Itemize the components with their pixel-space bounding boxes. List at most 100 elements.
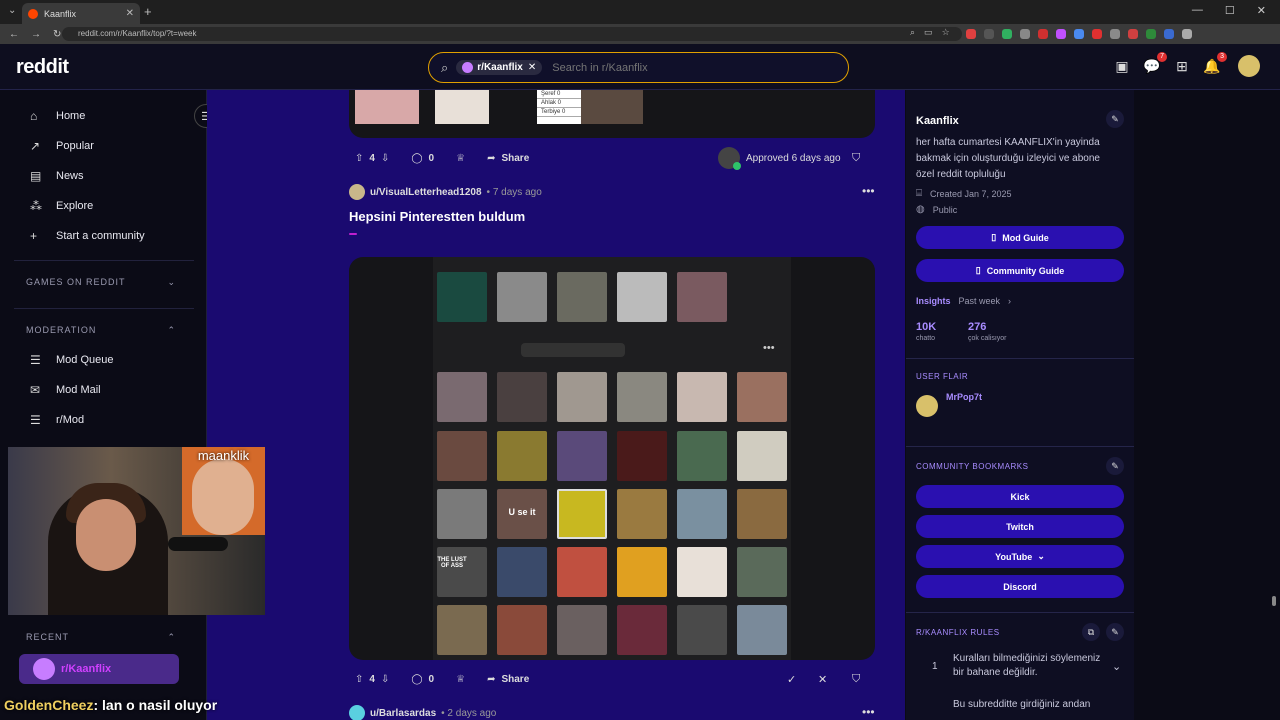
sidebar-item-r-mod[interactable]: ☰ r/Mod	[30, 413, 84, 427]
sidebar-item-explore[interactable]: ⁂ Explore	[30, 199, 93, 213]
mod-shield-icon[interactable]: ⛉	[852, 152, 860, 165]
extension-icon[interactable]	[1110, 29, 1120, 39]
close-window-icon[interactable]: ✕	[1257, 4, 1266, 17]
bookmark-star-icon[interactable]: ☆	[942, 27, 950, 38]
award-button[interactable]: ♕	[450, 668, 471, 690]
post-author[interactable]: u/Barlasardas	[370, 708, 436, 719]
post-author[interactable]: u/VisualLetterhead1208	[370, 187, 482, 198]
post-title[interactable]: Hepsini Pinterestten buldum	[349, 209, 525, 224]
tab-list-icon[interactable]: ⌄	[8, 5, 16, 16]
new-tab-icon[interactable]: +	[144, 4, 152, 19]
globe-icon: ◍	[916, 204, 925, 215]
remove-chip-icon[interactable]: ✕	[528, 62, 536, 73]
chat-icon[interactable]: 💬 7	[1143, 52, 1167, 74]
copy-icon[interactable]: ⧉	[1082, 623, 1100, 641]
sidebar-item-news[interactable]: ▤ News	[30, 169, 84, 183]
mod-shield-icon[interactable]: ⛉	[852, 673, 860, 686]
sidebar-item-mod-queue[interactable]: ☰ Mod Queue	[30, 353, 113, 367]
award-button[interactable]: ♕	[450, 147, 471, 169]
downvote-icon[interactable]: ⇩	[381, 674, 389, 685]
user-avatar[interactable]	[349, 705, 365, 720]
extension-icon[interactable]	[1092, 29, 1102, 39]
extension-icon[interactable]	[1128, 29, 1138, 39]
bookmark-discord-button[interactable]: Discord	[916, 575, 1124, 598]
more-options-icon[interactable]: •••	[862, 184, 875, 198]
rule-item[interactable]: Bu subredditte girdiğiniz andan	[916, 698, 1124, 718]
reddit-logo[interactable]: reddit	[16, 56, 69, 79]
community-guide-button[interactable]: ▯ Community Guide	[916, 259, 1124, 282]
bookmark-twitch-button[interactable]: Twitch	[916, 515, 1124, 538]
mod-guide-button[interactable]: ▯ Mod Guide	[916, 226, 1124, 249]
post-flair[interactable]	[349, 233, 357, 235]
browser-tab[interactable]: Kaanflix ✕	[22, 3, 140, 24]
forward-icon[interactable]: →	[31, 29, 41, 40]
upvote-icon[interactable]: ⇧	[355, 674, 363, 685]
edit-pencil-icon[interactable]: ✎	[1106, 623, 1124, 641]
advertise-icon[interactable]: ▣	[1114, 58, 1130, 74]
sidebar-item-start-community[interactable]: + Start a community	[30, 229, 145, 243]
comments-button[interactable]: ◯ 0	[405, 668, 440, 690]
more-options-icon[interactable]: •••	[862, 705, 875, 719]
bookmark-kick-button[interactable]: Kick	[916, 485, 1124, 508]
maximize-icon[interactable]: ☐	[1225, 4, 1235, 17]
bookmark-youtube-button[interactable]: YouTube ⌄	[916, 545, 1124, 568]
share-button[interactable]: ➦ Share	[481, 147, 535, 169]
subreddit-search-chip[interactable]: r/Kaanflix ✕	[456, 60, 543, 75]
recent-label: RECENT	[26, 632, 70, 642]
extension-icon[interactable]	[984, 29, 994, 39]
reload-icon[interactable]: ↻	[53, 29, 61, 40]
extension-icon[interactable]	[1164, 29, 1174, 39]
extension-icon[interactable]	[1074, 29, 1084, 39]
extension-icon[interactable]	[966, 29, 976, 39]
notifications-badge: 3	[1217, 52, 1227, 62]
recent-community-item[interactable]: r/Kaanflix	[19, 654, 179, 684]
extension-icon[interactable]	[1038, 29, 1048, 39]
user-flair[interactable]: MrPop7t	[916, 392, 982, 420]
downvote-icon[interactable]: ⇩	[381, 153, 389, 164]
upvote-icon[interactable]: ⇧	[355, 153, 363, 164]
edit-pencil-icon[interactable]: ✎	[1106, 457, 1124, 475]
post1-media[interactable]: Şeref 0 Ahlak 0 Terbiye 0	[349, 90, 875, 138]
cast-icon[interactable]: ▭	[924, 27, 933, 38]
stat-value: 276	[968, 321, 987, 333]
divider	[906, 446, 1134, 447]
sidebar-item-popular[interactable]: ↗ Popular	[30, 139, 94, 153]
extension-icon[interactable]	[1182, 29, 1192, 39]
user-avatar[interactable]	[1238, 55, 1260, 77]
comments-button[interactable]: ◯ 0	[405, 147, 440, 169]
recent-section-header[interactable]: RECENT ⌃	[26, 632, 176, 643]
games-label: GAMES ON REDDIT	[26, 277, 126, 287]
insights-header[interactable]: Insights Past week ›	[916, 296, 1011, 306]
share-button[interactable]: ➦ Share	[481, 668, 535, 690]
extension-icon[interactable]	[1146, 29, 1156, 39]
user-avatar[interactable]	[349, 184, 365, 200]
nav-buttons: ← → ↻	[9, 29, 61, 40]
extension-icon[interactable]	[1056, 29, 1066, 39]
grid-image	[437, 372, 487, 422]
scrollbar-thumb[interactable]	[1272, 596, 1276, 606]
edit-pencil-icon[interactable]: ✎	[1106, 110, 1124, 128]
extension-icon[interactable]	[1020, 29, 1030, 39]
grid-image	[437, 489, 487, 539]
close-tab-icon[interactable]: ✕	[126, 8, 134, 19]
post2-media[interactable]: U se it THE LUST OF ASS •••	[349, 257, 875, 660]
create-post-icon[interactable]: ⊞	[1174, 58, 1190, 74]
rule-item[interactable]: 1 Kuralları bilmediğinizi söylemeniz bir…	[916, 652, 1124, 688]
url-field[interactable]: reddit.com/r/Kaanflix/top/?t=week	[62, 27, 962, 41]
moderation-section-header[interactable]: MODERATION ⌃	[26, 325, 176, 336]
search-bar[interactable]: ⌕ r/Kaanflix ✕	[428, 52, 849, 83]
sidebar-item-mod-mail[interactable]: ✉ Mod Mail	[30, 383, 101, 397]
sidebar-item-home[interactable]: ⌂ Home	[30, 109, 85, 123]
grid-image	[737, 605, 787, 655]
minimize-icon[interactable]: —	[1192, 4, 1203, 17]
back-icon[interactable]: ←	[9, 29, 19, 40]
comment-count: 0	[428, 152, 435, 164]
extension-icon[interactable]	[1002, 29, 1012, 39]
games-section-header[interactable]: GAMES ON REDDIT ⌄	[26, 277, 176, 288]
url-icons: ⌕ ▭ ☆	[910, 27, 950, 38]
zoom-icon[interactable]: ⌕	[910, 27, 915, 38]
notifications-icon[interactable]: 🔔 3	[1203, 52, 1227, 74]
approve-check-icon[interactable]: ✓	[787, 673, 796, 686]
search-input[interactable]	[552, 61, 813, 74]
remove-x-icon[interactable]: ✕	[818, 673, 827, 686]
